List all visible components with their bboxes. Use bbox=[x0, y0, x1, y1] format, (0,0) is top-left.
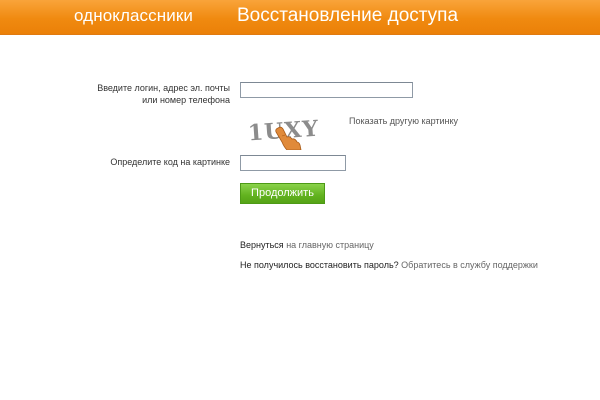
continue-button[interactable]: Продолжить bbox=[240, 183, 325, 204]
login-label: Введите логин, адрес эл. почты или номер… bbox=[60, 82, 230, 106]
home-page-link[interactable]: на главную страницу bbox=[286, 240, 374, 250]
brand-logo[interactable]: одноклассники bbox=[74, 6, 193, 26]
code-label: Определите код на картинке bbox=[110, 157, 230, 167]
refresh-captcha-link[interactable]: Показать другую картинку bbox=[349, 116, 458, 126]
captcha-code-input[interactable] bbox=[240, 155, 346, 171]
login-label-line2: или номер телефона bbox=[142, 95, 230, 105]
header-bar: одноклассники Восстановление доступа bbox=[0, 0, 600, 35]
login-input[interactable] bbox=[240, 82, 413, 98]
page: одноклассники Восстановление доступа Вве… bbox=[0, 0, 600, 400]
login-label-line1: Введите логин, адрес эл. почты bbox=[97, 83, 230, 93]
support-line: Не получилось восстановить пароль? Обрат… bbox=[240, 260, 538, 270]
back-prefix: Вернуться bbox=[240, 240, 284, 250]
captcha-image: 1UXY bbox=[244, 114, 324, 151]
support-link[interactable]: Обратитесь в службу поддержки bbox=[401, 260, 538, 270]
page-title: Восстановление доступа bbox=[237, 5, 459, 26]
back-line: Вернуться на главную страницу bbox=[240, 240, 374, 250]
fail-text: Не получилось восстановить пароль? bbox=[240, 260, 399, 270]
